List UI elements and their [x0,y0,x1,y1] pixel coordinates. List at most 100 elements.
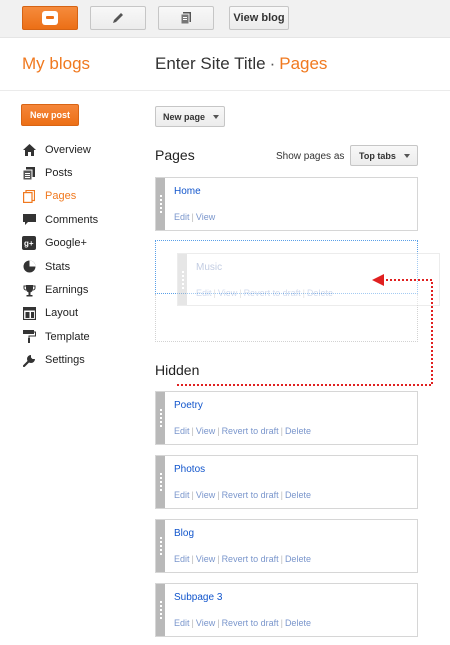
edit-link[interactable]: Edit [196,288,212,298]
posts-list-button[interactable] [158,6,214,30]
revert-to-draft-link[interactable]: Revert to draft [222,426,279,436]
sidebar-item-label: Google+ [45,237,87,250]
delete-link[interactable]: Delete [285,426,311,436]
view-link[interactable]: View [196,212,215,222]
revert-to-draft-link[interactable]: Revert to draft [222,554,279,564]
sidebar-item-settings[interactable]: Settings [22,349,98,372]
chevron-down-icon [403,153,410,158]
drag-handle[interactable] [178,254,187,305]
view-link[interactable]: View [196,554,215,564]
show-pages-as-value: Top tabs [359,150,396,161]
sidebar-item-google-plus[interactable]: g+ Google+ [22,232,98,255]
blogger-button[interactable] [22,6,78,30]
page-card-poetry[interactable]: Poetry Edit | View | Revert to draft | Delete [155,391,418,445]
sidebar-item-pages[interactable]: Pages [22,185,98,208]
page-actions: Edit | View | Revert to draft | Delete [174,554,311,564]
sidebar-item-earnings[interactable]: Earnings [22,278,98,301]
page-card-home[interactable]: Home Edit | View [155,177,418,231]
page-header: My blogs Enter Site Title · Pages [0,39,450,91]
site-title: Enter Site Title [155,54,266,73]
view-link[interactable]: View [218,288,237,298]
edit-link[interactable]: Edit [174,426,190,436]
sidebar-item-label: Layout [45,307,79,320]
delete-link[interactable]: Delete [307,288,333,298]
pages-icon [22,189,36,203]
title-separator: · [269,54,276,73]
sidebar-item-label: Pages [45,190,77,203]
edit-link[interactable]: Edit [174,618,190,628]
show-pages-as-label: Show pages as [276,151,345,162]
view-link[interactable]: View [196,618,215,628]
page-title-link[interactable]: Blog [174,528,194,539]
sidebar-item-label: Template [45,330,90,343]
new-post-button[interactable]: New post [21,104,79,126]
pages-icon [180,12,191,25]
new-post-shortcut-button[interactable] [90,6,146,30]
top-toolbar: View blog [0,0,450,38]
sidebar-item-posts[interactable]: Posts [22,161,98,184]
hidden-heading: Hidden [155,362,200,378]
my-blogs-link[interactable]: My blogs [22,54,90,74]
edit-link[interactable]: Edit [174,554,190,564]
page-actions: Edit | View [174,212,216,222]
sidebar-item-comments[interactable]: Comments [22,208,98,231]
section-title: Pages [279,54,328,73]
drag-handle[interactable] [156,392,165,444]
paint-roller-icon [22,330,36,344]
sidebar-item-label: Earnings [45,284,89,297]
page-actions: Edit | View | Revert to draft | Delete [174,490,311,500]
sidebar-nav: Overview Posts Pages Comments g+ Google+… [22,138,98,372]
comment-icon [22,213,36,227]
svg-text:g+: g+ [24,239,34,248]
sidebar-item-stats[interactable]: Stats [22,255,98,278]
page-card-subpage-3[interactable]: Subpage 3 Edit | View | Revert to draft | Dele… [155,583,418,637]
view-link[interactable]: View [196,490,215,500]
page-card-blog[interactable]: Blog Edit | View | Revert to draft | Delete [155,519,418,573]
chevron-down-icon [213,114,220,119]
page-title-link[interactable]: Poetry [174,400,203,411]
pie-chart-icon [22,260,36,274]
page-card-music-dragging[interactable]: Music Edit | View | Revert to draft | Delete [177,253,440,306]
drag-handle[interactable] [156,520,165,572]
sidebar-item-label: Overview [45,143,91,156]
delete-link[interactable]: Delete [285,554,311,564]
sidebar-item-label: Posts [45,167,73,180]
sidebar-item-layout[interactable]: Layout [22,302,98,325]
home-icon [22,143,36,157]
google-plus-icon: g+ [22,236,36,251]
drag-handle[interactable] [156,178,165,230]
page-title: Enter Site Title · Pages [155,54,327,74]
sidebar-item-label: Settings [45,354,85,367]
drag-handle[interactable] [156,456,165,508]
page-title-link[interactable]: Music [196,262,222,273]
posts-icon [22,166,36,180]
page-actions: Edit | View | Revert to draft | Delete [196,288,333,298]
sidebar-item-overview[interactable]: Overview [22,138,98,161]
drag-handle[interactable] [156,584,165,636]
sidebar-item-label: Comments [45,213,99,226]
edit-link[interactable]: Edit [174,490,190,500]
revert-to-draft-link[interactable]: Revert to draft [222,490,279,500]
page-title-link[interactable]: Photos [174,464,205,475]
revert-to-draft-link[interactable]: Revert to draft [222,618,279,628]
sidebar-item-label: Stats [45,260,71,273]
page-actions: Edit | View | Revert to draft | Delete [174,618,311,628]
page-title-link[interactable]: Home [174,186,201,197]
view-link[interactable]: View [196,426,215,436]
page-title-link[interactable]: Subpage 3 [174,592,222,603]
revert-to-draft-link[interactable]: Revert to draft [244,288,301,298]
new-page-label: New page [163,111,206,122]
pages-heading: Pages [155,147,195,163]
edit-link[interactable]: Edit [174,212,190,222]
sidebar-item-template[interactable]: Template [22,325,98,348]
delete-link[interactable]: Delete [285,490,311,500]
page-card-photos[interactable]: Photos Edit | View | Revert to draft | Delete [155,455,418,509]
view-blog-button[interactable]: View blog [229,6,289,30]
trophy-icon [22,283,36,297]
delete-link[interactable]: Delete [285,618,311,628]
blogger-logo-icon [42,11,58,25]
wrench-icon [22,353,36,367]
new-page-button[interactable]: New page [155,106,225,127]
pencil-icon [113,13,123,23]
show-pages-as-select[interactable]: Top tabs [350,145,418,166]
